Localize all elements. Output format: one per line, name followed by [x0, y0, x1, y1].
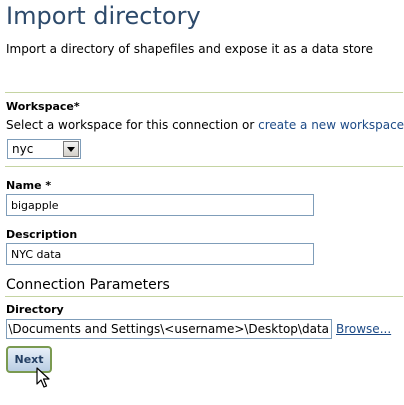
divider — [5, 296, 403, 297]
directory-input-value: C:\Documents and Settings\<username>\Des… — [6, 322, 329, 336]
workspace-help: Select a workspace for this connection o… — [6, 118, 404, 132]
mouse-pointer-icon — [36, 367, 52, 393]
description-label: Description — [6, 228, 78, 241]
workspace-select-value: nyc — [12, 142, 34, 156]
workspace-select[interactable]: nyc — [7, 139, 81, 159]
browse-link[interactable]: Browse... — [336, 322, 391, 336]
workspace-help-text: Select a workspace for this connection o… — [6, 118, 255, 132]
divider — [5, 92, 403, 93]
create-workspace-link[interactable]: create a new workspace — [258, 118, 404, 132]
chevron-down-icon[interactable] — [63, 141, 79, 157]
directory-label: Directory — [6, 303, 64, 316]
directory-input[interactable]: C:\Documents and Settings\<username>\Des… — [6, 319, 332, 339]
workspace-label: Workspace* — [6, 100, 80, 113]
description-input[interactable] — [6, 243, 314, 265]
page-title: Import directory — [6, 2, 201, 30]
name-input[interactable] — [6, 194, 314, 216]
divider — [5, 166, 403, 167]
page-description: Import a directory of shapefiles and exp… — [6, 42, 373, 56]
name-label: Name * — [6, 179, 52, 192]
connection-parameters-heading: Connection Parameters — [6, 277, 170, 293]
